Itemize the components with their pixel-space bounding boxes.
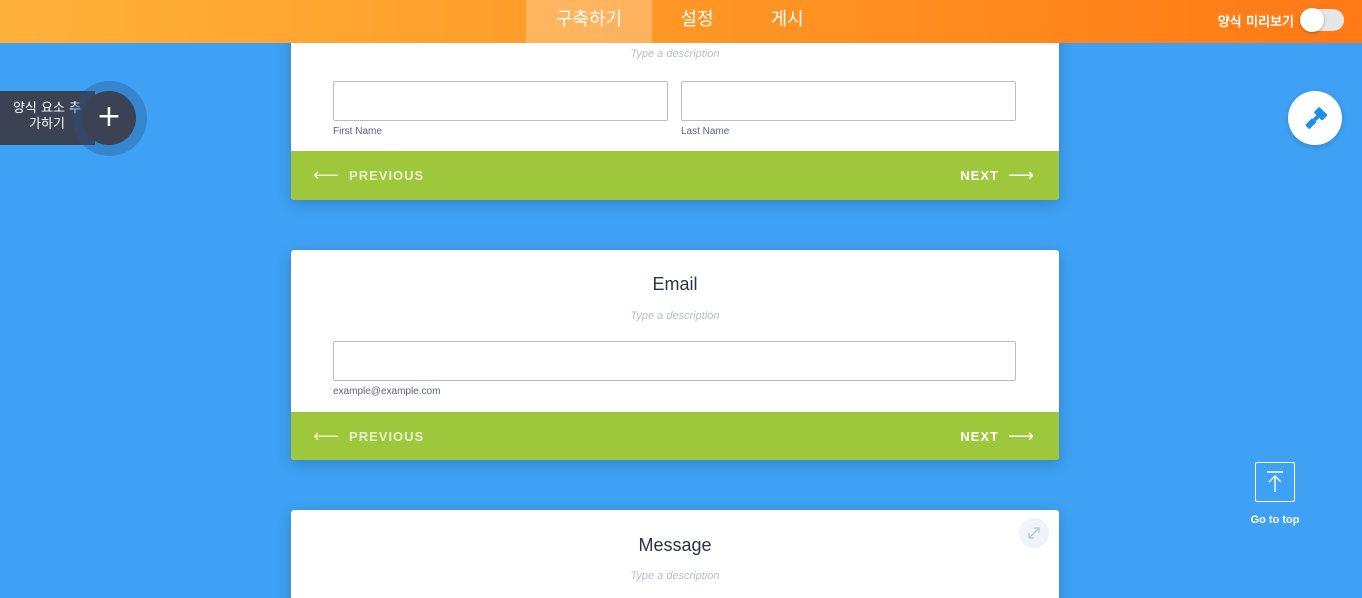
next-button[interactable]: NEXT ⟶: [960, 151, 1035, 200]
go-to-top-button[interactable]: Go to top: [1245, 462, 1305, 526]
email-field[interactable]: [333, 341, 1016, 381]
page-navigation: ⟵ PREVIOUS NEXT ⟶: [291, 412, 1059, 460]
next-label: NEXT: [960, 429, 999, 444]
tab-publish[interactable]: 게시: [742, 0, 832, 43]
arrow-right-icon: ⟶: [1008, 165, 1035, 185]
message-question-title[interactable]: Message: [291, 535, 1059, 556]
last-name-sublabel[interactable]: Last Name: [681, 126, 729, 137]
first-name-field[interactable]: [333, 81, 668, 121]
next-button[interactable]: NEXT ⟶: [960, 412, 1035, 460]
top-bar: 구축하기 설정 게시 양식 미리보기: [0, 0, 1362, 43]
form-card-message: Message Type a description: [291, 510, 1059, 598]
page-navigation: ⟵ PREVIOUS NEXT ⟶: [291, 151, 1059, 200]
toggle-knob: [1300, 8, 1324, 32]
first-name-sublabel[interactable]: First Name: [333, 126, 382, 137]
tab-build[interactable]: 구축하기: [526, 0, 652, 43]
form-card-email: Email Type a description example@example…: [291, 250, 1059, 460]
previous-button[interactable]: ⟵ PREVIOUS: [313, 151, 424, 200]
card-description[interactable]: Type a description: [291, 48, 1059, 60]
expand-arrows-icon: [1028, 527, 1040, 539]
tab-settings[interactable]: 설정: [652, 0, 742, 43]
preview-toggle[interactable]: [1300, 8, 1344, 32]
card-description[interactable]: Type a description: [291, 310, 1059, 322]
last-name-field[interactable]: [681, 81, 1016, 121]
arrow-left-icon: ⟵: [313, 165, 340, 185]
arrow-up-icon: [1255, 462, 1295, 502]
plus-icon[interactable]: +: [82, 91, 136, 145]
form-designer-button[interactable]: [1288, 91, 1342, 145]
previous-label: PREVIOUS: [349, 429, 425, 444]
expand-icon[interactable]: [1019, 518, 1049, 548]
arrow-left-icon: ⟵: [313, 426, 340, 446]
card-description[interactable]: Type a description: [291, 570, 1059, 582]
preview-label: 양식 미리보기: [1217, 14, 1294, 30]
email-sublabel[interactable]: example@example.com: [333, 386, 440, 397]
form-preview: 양식 미리보기: [1217, 8, 1344, 32]
previous-button[interactable]: ⟵ PREVIOUS: [313, 412, 424, 460]
main-tabs: 구축하기 설정 게시: [526, 0, 832, 43]
arrow-right-icon: ⟶: [1008, 426, 1035, 446]
email-question-title[interactable]: Email: [291, 274, 1059, 295]
next-label: NEXT: [960, 168, 999, 183]
go-to-top-label: Go to top: [1250, 514, 1300, 526]
paint-roller-icon: [1305, 107, 1328, 129]
previous-label: PREVIOUS: [349, 168, 425, 183]
